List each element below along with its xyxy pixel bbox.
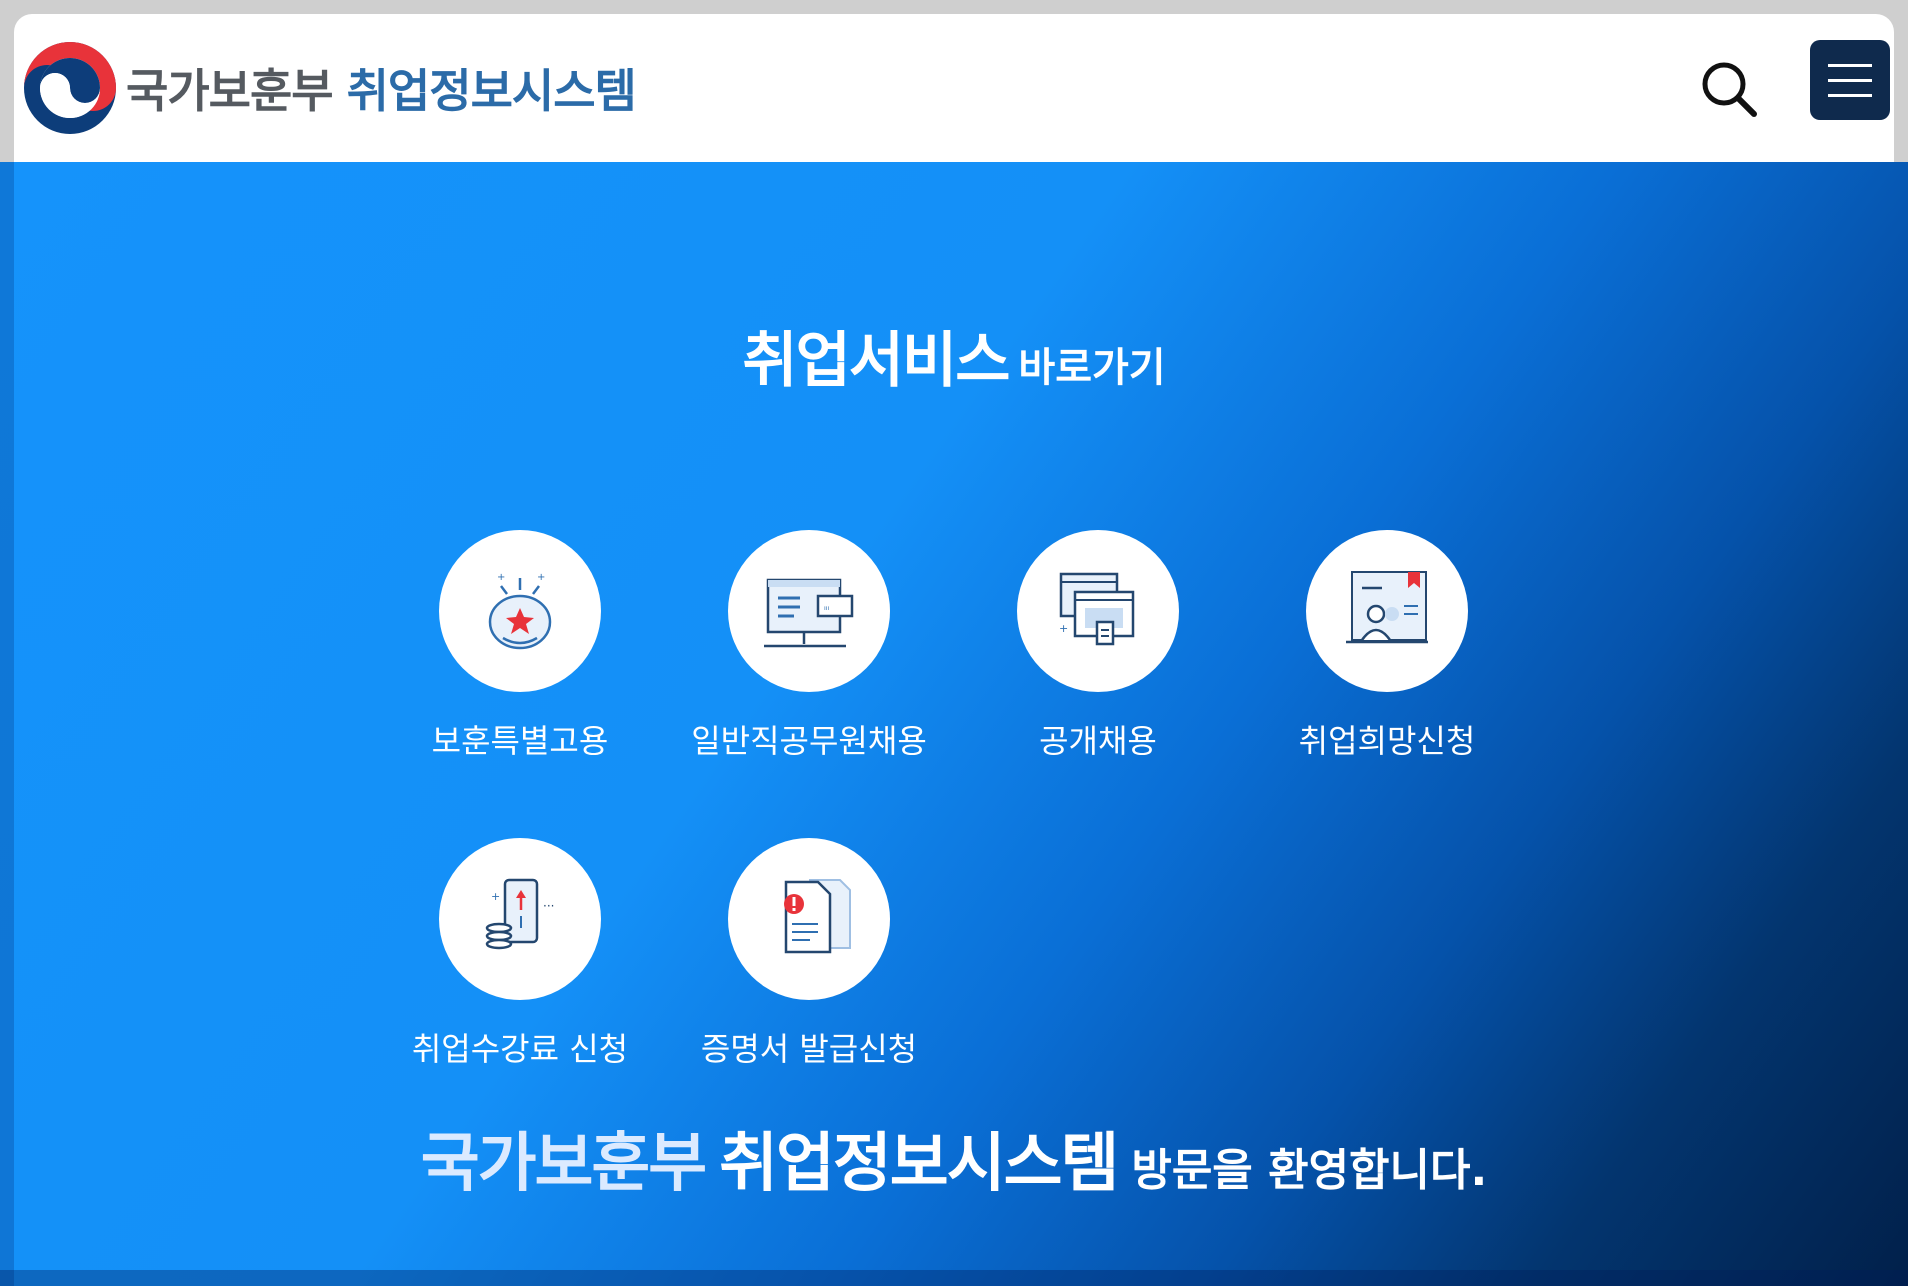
svg-text:+: +: [1059, 622, 1068, 635]
service-icon-circle: + +: [439, 530, 601, 692]
service-icon-circle: ··· +: [439, 838, 601, 1000]
phone-coins-icon: ··· +: [485, 878, 554, 950]
service-icon-circle: [1306, 530, 1468, 692]
monitor-icon: ᵢᵢᵢ: [764, 578, 854, 648]
hamburger-menu-icon-line: [1828, 93, 1872, 97]
svg-text:+: +: [537, 572, 545, 583]
service-item-civil-service[interactable]: ᵢᵢᵢ 일반직공무원채용: [649, 530, 969, 762]
service-icon-circle: ᵢᵢᵢ: [728, 530, 890, 692]
logo-system-name: 취업정보시스템: [346, 64, 637, 118]
search-icon: [1702, 62, 1757, 117]
welcome-banner: 국가보훈부 취업정보시스템 방문을 환영합니다.: [0, 1112, 1908, 1204]
service-item-veteran-employment[interactable]: + + 보훈특별고용: [360, 530, 680, 762]
browser-windows-icon: +: [1059, 572, 1135, 646]
medal-star-icon: + +: [488, 572, 552, 650]
service-label: 증명서 발급신청: [700, 1030, 918, 1068]
service-icon-circle: [728, 838, 890, 1000]
site-logo[interactable]: 국가보훈부 취업정보시스템: [20, 38, 637, 138]
svg-text:···: ···: [543, 899, 554, 913]
site-header: 국가보훈부 취업정보시스템: [14, 14, 1894, 162]
hero-section: 취업서비스 바로가기 + + 보훈특별고용 ᵢᵢᵢ 일반직공무원채용 + 공개채…: [0, 162, 1908, 1286]
section-title-sub: 바로가기: [1018, 345, 1166, 391]
svg-text:+: +: [491, 890, 500, 903]
service-item-certificate-issuance[interactable]: 증명서 발급신청: [649, 838, 969, 1070]
logo-title: 국가보훈부 취업정보시스템: [126, 55, 637, 121]
section-title: 취업서비스 바로가기: [0, 312, 1908, 399]
welcome-org: 국가보훈부: [420, 1127, 707, 1201]
window-frame: [0, 0, 1908, 14]
welcome-system: 취업정보시스템: [719, 1127, 1119, 1201]
service-item-tuition-application[interactable]: ··· + 취업수강료 신청: [360, 838, 680, 1070]
service-item-open-recruitment[interactable]: + 공개채용: [938, 530, 1258, 762]
taegeuk-logo-icon: [24, 42, 116, 134]
search-button[interactable]: [1694, 50, 1764, 128]
applicants-icon: [1346, 571, 1428, 644]
logo-org-name: 국가보훈부: [126, 64, 334, 118]
section-title-main: 취업서비스: [742, 326, 1010, 396]
welcome-message: 방문을 환영합니다.: [1131, 1145, 1488, 1196]
svg-text:ᵢᵢᵢ: ᵢᵢᵢ: [824, 602, 830, 613]
service-item-job-application[interactable]: 취업희망신청: [1227, 530, 1547, 762]
service-label: 일반직공무원채용: [691, 722, 927, 760]
hamburger-menu-icon-line: [1828, 78, 1872, 82]
service-label: 취업희망신청: [1298, 722, 1476, 760]
hero-bottom-edge: [0, 1270, 1908, 1286]
service-label: 취업수강료 신청: [411, 1030, 629, 1068]
document-alert-icon: [784, 879, 851, 954]
menu-button[interactable]: [1810, 40, 1890, 120]
service-label: 공개채용: [1039, 722, 1157, 760]
service-icon-circle: +: [1017, 530, 1179, 692]
hamburger-menu-icon-line: [1828, 63, 1872, 67]
service-label: 보훈특별고용: [431, 722, 609, 760]
svg-text:+: +: [497, 572, 505, 583]
